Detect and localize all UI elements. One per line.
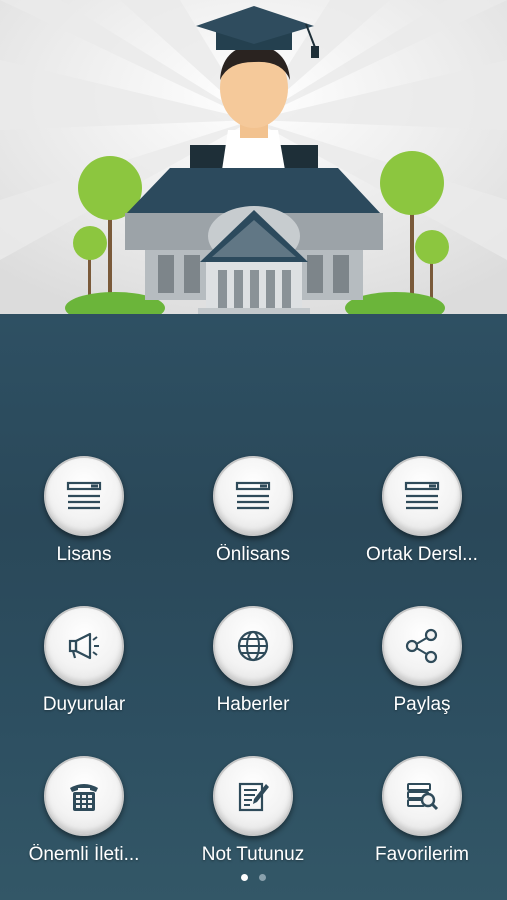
menu-item-button[interactable]	[213, 756, 293, 836]
menu-item-button[interactable]	[213, 456, 293, 536]
menu-item-label: Önemli İleti...	[28, 844, 140, 865]
share-icon	[405, 628, 438, 664]
menu-item-button[interactable]	[44, 606, 124, 686]
list-icon	[235, 481, 271, 510]
menu-item-label: Haberler	[216, 694, 290, 715]
menu-item-haberler[interactable]: Haberler	[173, 606, 333, 726]
menu-item-onlisans[interactable]: Önlisans	[173, 456, 333, 576]
menu-item-not-tutunuz[interactable]: Not Tutunuz	[173, 756, 333, 876]
menu-item-label: Paylaş	[393, 694, 451, 715]
globe-icon	[237, 630, 269, 662]
menu-item-button[interactable]	[382, 756, 462, 836]
menu-item-ortak-dersler[interactable]: Ortak Dersl...	[342, 456, 502, 576]
menu-item-label: Duyurular	[42, 694, 126, 715]
menu-item-button[interactable]	[44, 756, 124, 836]
building	[125, 168, 383, 318]
page-indicator	[0, 868, 507, 886]
menu-item-label: Not Tutunuz	[201, 844, 305, 865]
menu-item-label: Ortak Dersl...	[366, 544, 478, 565]
menu-item-button[interactable]	[382, 606, 462, 686]
menu-item-button[interactable]	[382, 456, 462, 536]
menu-panel: Lisans Önlisans Ortak Dersl... Duyurular…	[0, 318, 507, 900]
menu-item-label: Önlisans	[216, 544, 290, 565]
phone-icon	[70, 784, 98, 811]
menu-item-paylas[interactable]: Paylaş	[342, 606, 502, 726]
page-dot-2[interactable]	[258, 874, 266, 881]
menu-item-button[interactable]	[213, 606, 293, 686]
notepad-icon	[238, 782, 269, 812]
menu-item-favorilerim[interactable]: Favorilerim	[342, 756, 502, 876]
menu-item-lisans[interactable]: Lisans	[4, 456, 164, 576]
list-icon	[66, 481, 102, 510]
menu-item-label: Favorilerim	[375, 844, 469, 865]
menu-item-label: Lisans	[56, 544, 112, 565]
list-icon	[404, 481, 440, 510]
menu-item-duyurular[interactable]: Duyurular	[4, 606, 164, 726]
menu-item-onemli-iletisim[interactable]: Önemli İleti...	[4, 756, 164, 876]
menu-item-button[interactable]	[44, 456, 124, 536]
book-search-icon	[407, 783, 439, 811]
page-dot-1[interactable]	[241, 874, 249, 881]
header-illustration	[0, 0, 507, 318]
megaphone-icon	[68, 632, 99, 660]
